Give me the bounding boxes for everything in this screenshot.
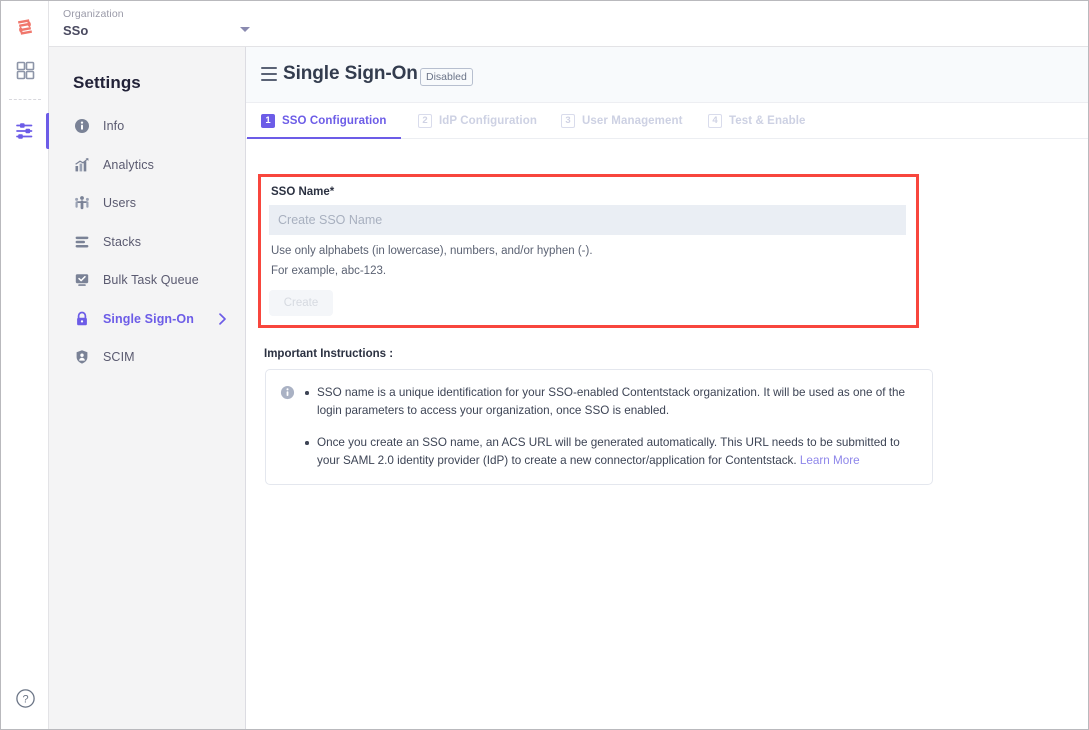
content-header: Single Sign-On Disabled — [246, 47, 1088, 103]
lock-icon — [73, 310, 91, 328]
app-window: ? Organization SSo Settings Info — [0, 0, 1089, 730]
settings-sidebar: Settings Info — [49, 47, 246, 730]
tab-label: SSO Configuration — [282, 115, 387, 127]
contentstack-logo-icon[interactable] — [1, 9, 49, 45]
rail-divider — [9, 99, 41, 100]
chevron-down-icon[interactable] — [240, 27, 250, 32]
sso-name-label: SSO Name* — [271, 186, 334, 198]
sidebar-item-label: Info — [103, 119, 124, 133]
tab-number: 1 — [261, 114, 275, 128]
sidebar-item-stacks[interactable]: Stacks — [49, 223, 246, 262]
instructions-box: SSO name is a unique identification for … — [265, 369, 933, 485]
instructions-list: SSO name is a unique identification for … — [304, 384, 916, 470]
tab-test-and-enable[interactable]: 4 Test & Enable — [708, 103, 806, 139]
sidebar-nav: Info Analytics — [49, 107, 246, 377]
page-title: Settings — [73, 73, 141, 93]
sidebar-item-bulk-task-queue[interactable]: Bulk Task Queue — [49, 261, 246, 300]
users-icon — [73, 194, 91, 212]
sidebar-item-label: Analytics — [103, 158, 154, 172]
tab-number: 3 — [561, 114, 575, 128]
org-switcher[interactable]: Organization SSo — [63, 7, 213, 39]
analytics-icon — [73, 156, 91, 174]
stacks-icon — [73, 233, 91, 251]
learn-more-link[interactable]: Learn More — [800, 454, 860, 467]
instructions-title: Important Instructions : — [264, 348, 393, 360]
sidebar-item-label: Stacks — [103, 235, 141, 249]
tab-label: Test & Enable — [729, 115, 806, 127]
sidebar-item-label: SCIM — [103, 350, 135, 364]
sidebar-item-analytics[interactable]: Analytics — [49, 146, 246, 185]
sidebar-item-label: Single Sign-On — [103, 312, 194, 326]
list-item: SSO name is a unique identification for … — [304, 384, 916, 420]
shield-user-icon — [73, 348, 91, 366]
main-content: Single Sign-On Disabled 1 SSO Configurat… — [246, 47, 1088, 730]
sidebar-item-users[interactable]: Users — [49, 184, 246, 223]
sidebar-item-label: Users — [103, 196, 136, 210]
active-tab-underline — [247, 137, 401, 139]
sidebar-item-info[interactable]: Info — [49, 107, 246, 146]
icon-rail: ? — [1, 1, 49, 730]
tab-number: 2 — [418, 114, 432, 128]
info-circle-icon — [280, 384, 304, 470]
tab-number: 4 — [708, 114, 722, 128]
sidebar-item-label: Bulk Task Queue — [103, 273, 199, 287]
status-badge: Disabled — [420, 68, 473, 86]
sliders-settings-icon[interactable] — [1, 114, 49, 148]
tab-idp-configuration[interactable]: 2 IdP Configuration — [418, 103, 537, 139]
tab-bar: 1 SSO Configuration 2 IdP Configuration … — [246, 103, 1088, 139]
org-label: Organization — [63, 7, 213, 21]
tab-sso-configuration[interactable]: 1 SSO Configuration — [261, 103, 387, 139]
grid-apps-icon[interactable] — [1, 53, 49, 87]
create-button[interactable]: Create — [269, 290, 333, 316]
bulk-task-icon — [73, 271, 91, 289]
sidebar-item-single-sign-on[interactable]: Single Sign-On — [49, 300, 246, 339]
sso-name-card: SSO Name* Use only alphabets (in lowerca… — [258, 174, 919, 328]
hamburger-menu-icon[interactable] — [261, 67, 277, 81]
info-circle-icon — [73, 117, 91, 135]
help-circle-icon[interactable]: ? — [1, 683, 49, 713]
instruction-text: SSO name is a unique identification for … — [317, 386, 905, 417]
org-name: SSo — [63, 22, 213, 39]
sso-name-hint-1: Use only alphabets (in lowercase), numbe… — [271, 244, 593, 259]
chevron-right-icon — [217, 312, 228, 325]
tab-user-management[interactable]: 3 User Management — [561, 103, 683, 139]
sso-name-hint-2: For example, abc-123. — [271, 264, 386, 279]
sso-name-input[interactable] — [269, 205, 906, 235]
tab-label: User Management — [582, 115, 683, 127]
sidebar-item-scim[interactable]: SCIM — [49, 338, 246, 377]
list-item: Once you create an SSO name, an ACS URL … — [304, 434, 916, 470]
tab-label: IdP Configuration — [439, 115, 537, 127]
content-title: Single Sign-On — [283, 63, 418, 85]
top-org-bar: Organization SSo — [49, 1, 1088, 47]
svg-text:?: ? — [22, 693, 28, 705]
